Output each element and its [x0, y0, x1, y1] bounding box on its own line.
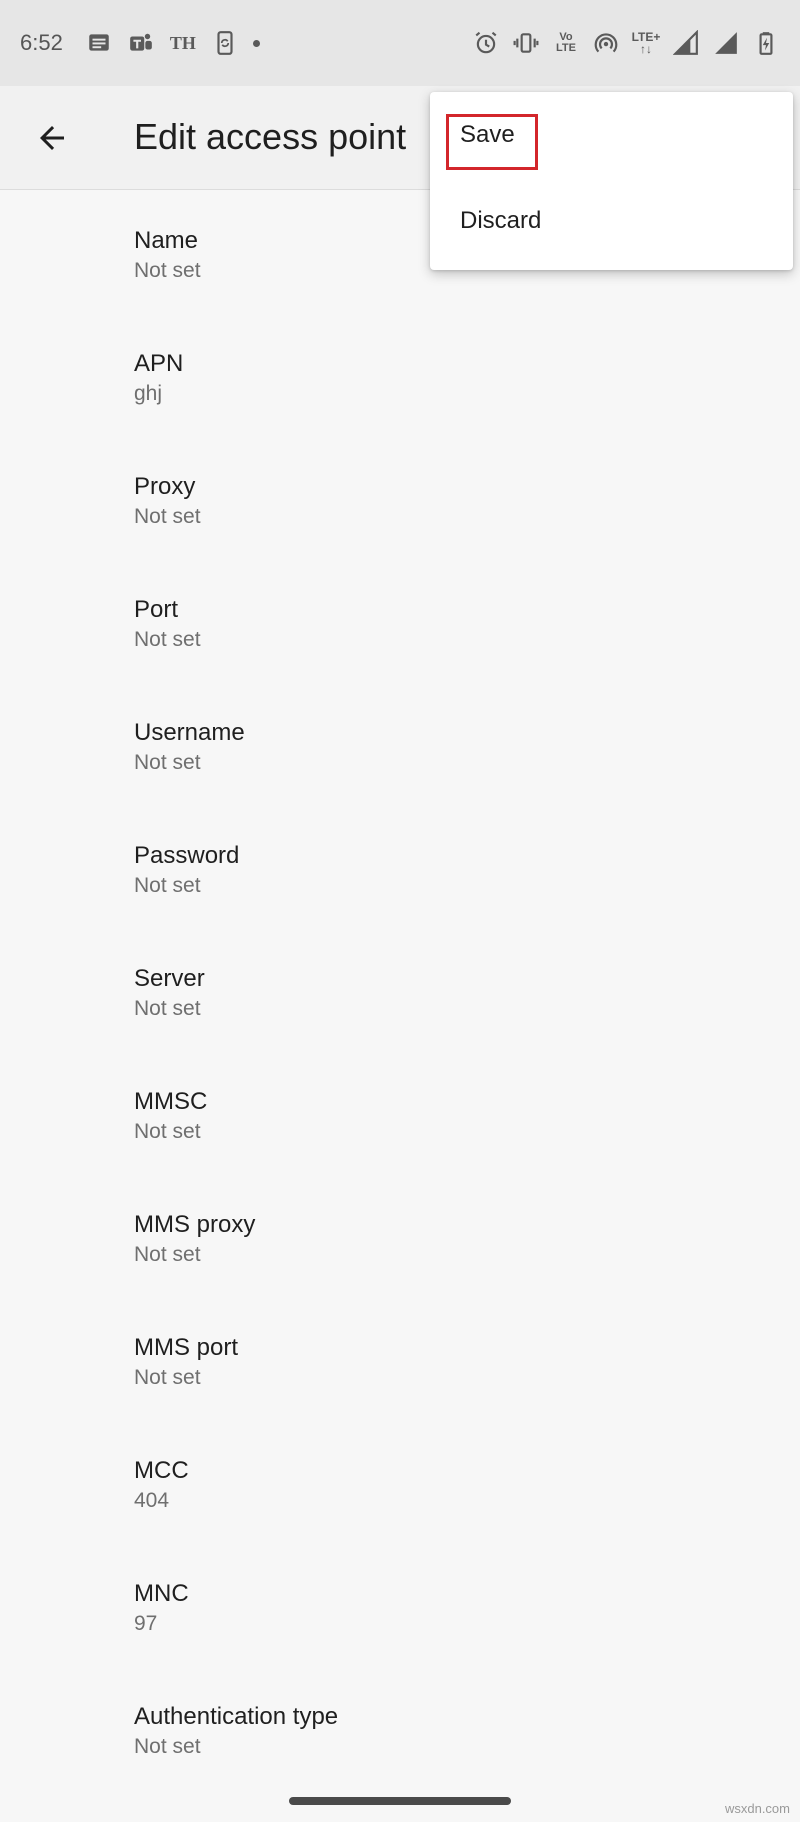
signal-strength-icon-2	[712, 29, 740, 57]
pref-password[interactable]: Password Not set	[0, 805, 800, 928]
volte-icon: Vo LTE	[552, 29, 580, 57]
page-title: Edit access point	[134, 116, 407, 157]
alarm-icon	[472, 29, 500, 57]
pref-apn[interactable]: APN ghj	[0, 313, 800, 436]
watermark: wsxdn.com	[724, 1801, 790, 1816]
discard-menu-item[interactable]: Discard	[430, 178, 793, 264]
pref-summary: 404	[134, 1489, 170, 1512]
battery-icon	[752, 29, 780, 57]
pref-server[interactable]: Server Not set	[0, 928, 800, 1051]
pref-summary: Not set	[134, 628, 201, 651]
status-time: 6:52	[20, 30, 63, 55]
pref-summary: Not set	[134, 1243, 201, 1266]
pref-title: MMS port	[134, 1334, 239, 1361]
phone-sync-icon	[211, 29, 239, 57]
pref-summary: Not set	[134, 1366, 201, 1389]
pref-summary: Not set	[134, 997, 201, 1020]
overflow-menu: Save Discard	[430, 92, 793, 270]
pref-port[interactable]: Port Not set	[0, 559, 800, 682]
pref-summary: Not set	[134, 1735, 201, 1758]
pref-title: Password	[134, 842, 240, 869]
save-label: Save	[460, 121, 515, 148]
pref-mms-proxy[interactable]: MMS proxy Not set	[0, 1174, 800, 1297]
pref-mnc[interactable]: MNC 97	[0, 1543, 800, 1666]
pref-summary: Not set	[134, 1120, 201, 1143]
pref-title: Authentication type	[134, 1703, 339, 1730]
lte-plus-icon: LTE+ ↑↓	[631, 30, 661, 56]
pref-mcc[interactable]: MCC 404	[0, 1420, 800, 1543]
th-icon: TH	[169, 32, 196, 53]
back-button[interactable]	[28, 114, 76, 162]
pref-summary: Not set	[134, 751, 201, 774]
message-icon	[85, 29, 113, 57]
teams-icon	[127, 29, 155, 57]
pref-title: MCC	[134, 1457, 189, 1484]
pref-authentication-type[interactable]: Authentication type Not set	[0, 1666, 800, 1789]
discard-label: Discard	[460, 207, 542, 234]
pref-mms-port[interactable]: MMS port Not set	[0, 1297, 800, 1420]
vibrate-icon	[512, 29, 540, 57]
more-notifications-dot	[252, 39, 260, 47]
notification-icons: TH	[85, 29, 260, 57]
pref-title: Server	[134, 965, 205, 992]
pref-title: Username	[134, 719, 245, 746]
volte-bottom-label: LTE	[556, 42, 576, 54]
pref-title: MMSC	[134, 1088, 208, 1115]
save-menu-item[interactable]: Save	[430, 92, 793, 178]
status-bar: 6:52 TH Vo LTE LTE+ ↑↓	[0, 0, 800, 86]
pref-summary: 97	[134, 1612, 158, 1635]
pref-summary: Not set	[134, 874, 201, 897]
signal-strength-icon-1	[672, 29, 700, 57]
hotspot-icon	[592, 29, 620, 57]
lte-label: LTE+	[631, 30, 661, 44]
pref-mmsc[interactable]: MMSC Not set	[0, 1051, 800, 1174]
system-icons: Vo LTE LTE+ ↑↓	[472, 29, 780, 57]
apn-settings-list: Name Not set APN ghj Proxy Not set Port …	[0, 190, 800, 1789]
pref-title: MMS proxy	[134, 1211, 256, 1238]
pref-title: MNC	[134, 1580, 189, 1607]
pref-title: Proxy	[134, 473, 196, 500]
pref-summary: ghj	[134, 382, 163, 405]
pref-title: Port	[134, 596, 179, 623]
arrow-back-icon	[40, 126, 64, 150]
pref-proxy[interactable]: Proxy Not set	[0, 436, 800, 559]
gesture-navigation-bar[interactable]	[289, 1797, 511, 1805]
pref-summary: Not set	[134, 505, 201, 528]
pref-username[interactable]: Username Not set	[0, 682, 800, 805]
pref-title: APN	[134, 350, 184, 377]
